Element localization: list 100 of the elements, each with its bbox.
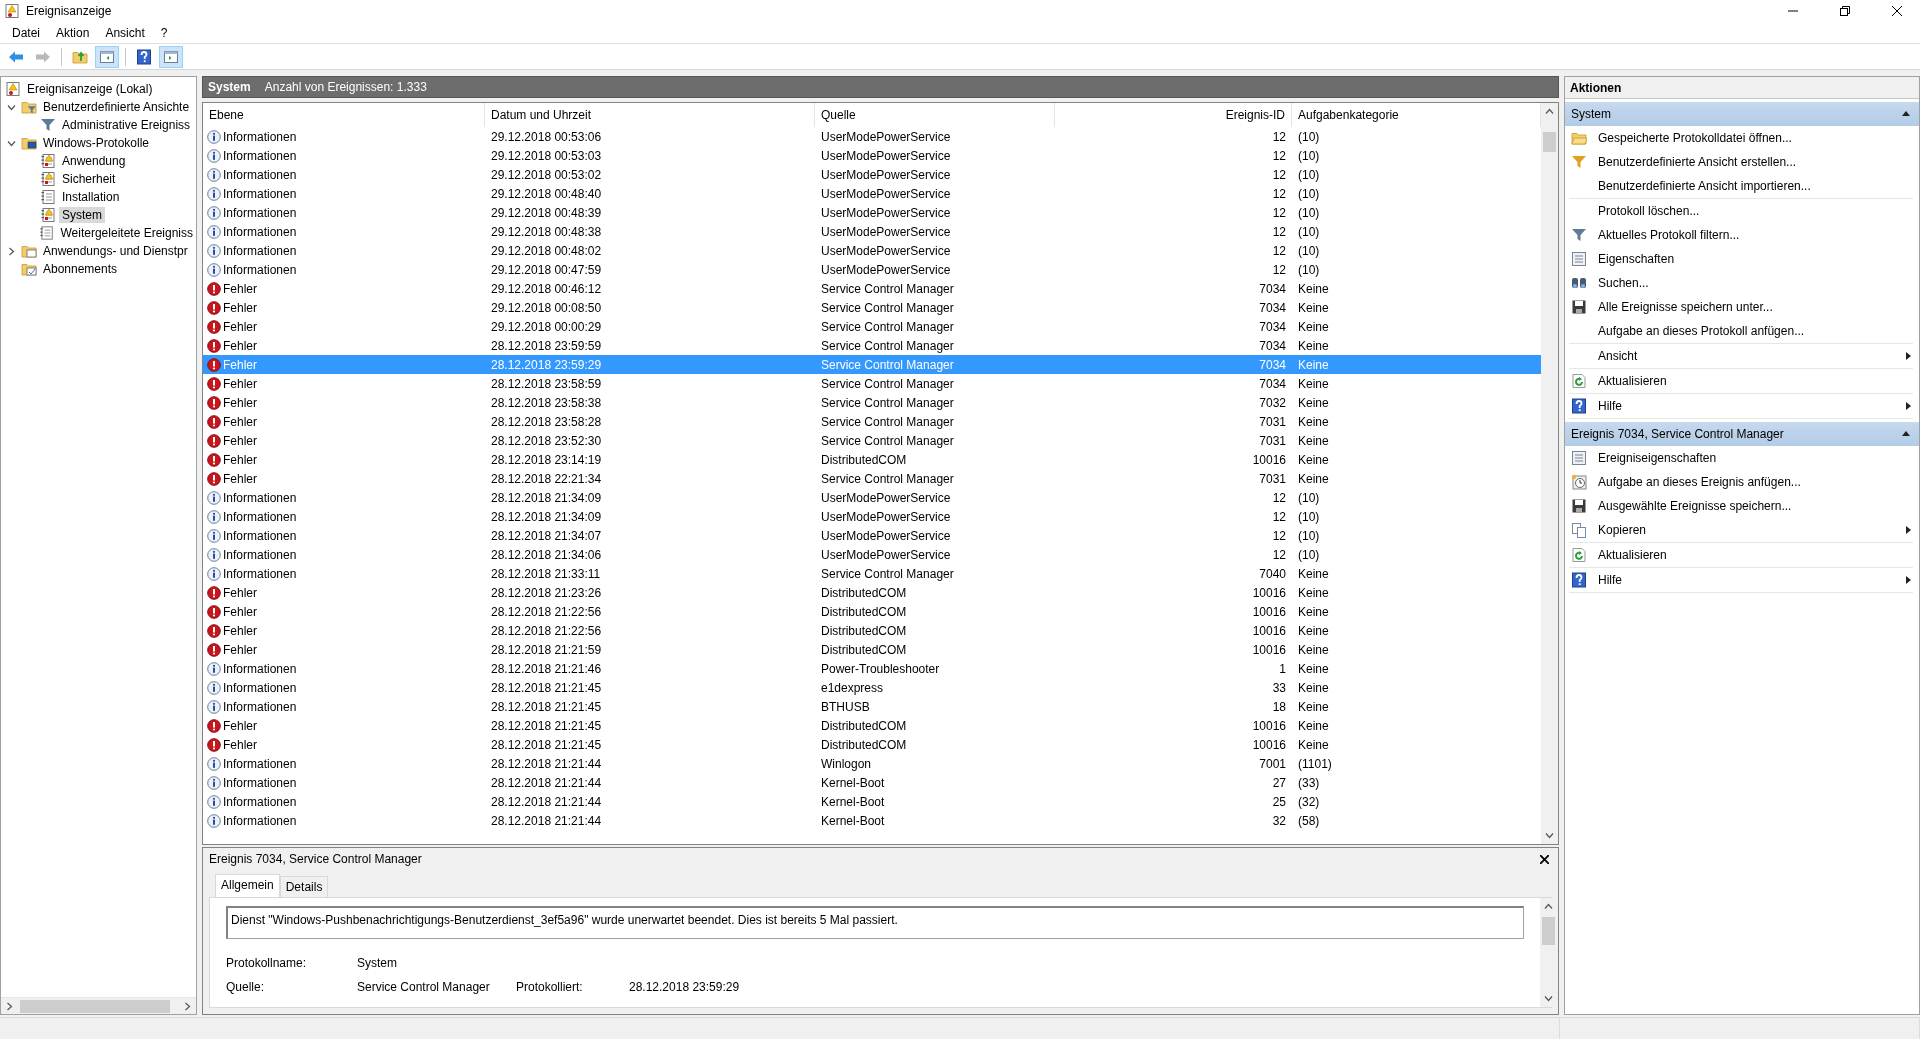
vertical-scrollbar[interactable] bbox=[1540, 898, 1557, 1007]
tree-item[interactable]: Ereignisanzeige (Lokal) bbox=[24, 81, 156, 97]
action-item[interactable]: Aktualisieren bbox=[1569, 369, 1913, 393]
error-icon bbox=[207, 737, 221, 752]
table-cell: Fehler bbox=[223, 300, 257, 315]
menu-item[interactable]: Ansicht bbox=[97, 23, 153, 42]
error-icon bbox=[207, 376, 221, 391]
table-cell-text: 12 bbox=[1271, 166, 1287, 184]
table-cell-text: DistributedCOM bbox=[820, 451, 908, 469]
action-item[interactable]: Aufgabe an dieses Protokoll anfügen... bbox=[1569, 319, 1913, 343]
table-cell: Informationen bbox=[223, 129, 297, 144]
table-cell-text: (10) bbox=[1297, 147, 1321, 165]
tree-item[interactable]: Sicherheit bbox=[59, 171, 119, 187]
table-cell: Fehler bbox=[223, 376, 257, 391]
action-item[interactable]: Aktualisieren bbox=[1569, 543, 1913, 567]
tree-item[interactable]: Anwendungs- und Dienstpr bbox=[40, 243, 191, 259]
table-cell-text: 29.12.2018 00:46:12 bbox=[490, 280, 603, 298]
table-cell-text: Keine bbox=[1297, 698, 1330, 716]
table-cell-text: 29.12.2018 00:08:50 bbox=[490, 299, 603, 317]
action-item[interactable]: Benutzerdefinierte Ansicht importieren... bbox=[1569, 174, 1913, 198]
toolbar-button[interactable] bbox=[95, 45, 119, 68]
vertical-scrollbar[interactable] bbox=[1541, 103, 1558, 844]
tree-item[interactable]: Weitergeleitete Ereigniss bbox=[57, 225, 196, 241]
table-cell-text: 28.12.2018 21:21:45 bbox=[490, 679, 603, 697]
menu-item[interactable]: Aktion bbox=[48, 23, 98, 42]
error-icon bbox=[207, 338, 221, 353]
tab[interactable]: Details bbox=[279, 876, 329, 897]
table-cell-text: 7001 bbox=[1258, 755, 1287, 773]
action-item[interactable]: Eigenschaften bbox=[1569, 247, 1913, 271]
table-cell-text: 12 bbox=[1271, 147, 1287, 165]
action-item[interactable]: Protokoll löschen... bbox=[1569, 199, 1913, 223]
table-cell-text: Kernel-Boot bbox=[820, 812, 886, 830]
action-item[interactable]: Ausgewählte Ereignisse speichern... bbox=[1569, 494, 1913, 518]
action-item[interactable]: Kopieren bbox=[1569, 518, 1913, 542]
table-cell-text: DistributedCOM bbox=[820, 641, 908, 659]
tree-item[interactable]: Abonnements bbox=[40, 261, 121, 277]
table-cell-text: Service Control Manager bbox=[820, 413, 955, 431]
binoculars-icon bbox=[1571, 275, 1587, 291]
table-cell-text: BTHUSB bbox=[820, 698, 871, 716]
event-count: Anzahl von Ereignissen: 1.333 bbox=[264, 80, 427, 94]
error-icon bbox=[207, 433, 221, 448]
table-cell: Informationen bbox=[223, 661, 297, 676]
action-item[interactable]: Aufgabe an dieses Ereignis anfügen... bbox=[1569, 470, 1913, 494]
action-item[interactable]: Gespeicherte Protokolldatei öffnen... bbox=[1569, 126, 1913, 150]
info-icon bbox=[207, 756, 221, 771]
table-cell: Fehler bbox=[223, 281, 257, 296]
restore-icon[interactable] bbox=[1840, 6, 1850, 16]
actions-title: Aktionen bbox=[1565, 77, 1919, 99]
table-cell-text: (33) bbox=[1297, 774, 1321, 792]
action-item[interactable]: Hilfe bbox=[1569, 394, 1913, 418]
section-header[interactable]: Ereignis 7034, Service Control Manager bbox=[1565, 422, 1919, 446]
filter-icon bbox=[40, 117, 56, 133]
table-cell-text: 28.12.2018 23:14:19 bbox=[490, 451, 603, 469]
error-icon bbox=[207, 718, 221, 733]
tree-item[interactable]: Benutzerdefinierte Ansichte bbox=[40, 99, 193, 115]
tree-item[interactable]: Anwendung bbox=[59, 153, 129, 169]
scrollbar-thumb[interactable] bbox=[1542, 917, 1555, 945]
table-cell-text: (1101) bbox=[1297, 755, 1333, 773]
tree-item[interactable]: Windows-Protokolle bbox=[40, 135, 153, 151]
table-cell-text: 7031 bbox=[1258, 470, 1287, 488]
menu-item[interactable]: ? bbox=[152, 23, 176, 42]
close-icon[interactable] bbox=[1539, 854, 1549, 864]
table-cell: Informationen bbox=[223, 756, 297, 771]
table-cell: Informationen bbox=[223, 680, 297, 695]
action-item[interactable]: Suchen... bbox=[1569, 271, 1913, 295]
tree-item[interactable]: System bbox=[59, 207, 105, 223]
close-icon[interactable] bbox=[1892, 6, 1902, 16]
table-cell-text: 28.12.2018 21:21:59 bbox=[490, 641, 603, 659]
action-item[interactable]: Ansicht bbox=[1569, 344, 1913, 368]
table-cell: Fehler bbox=[223, 471, 257, 486]
scrollbar-thumb[interactable] bbox=[1543, 132, 1556, 152]
scrollbar-thumb[interactable] bbox=[20, 999, 170, 1013]
action-item[interactable]: Hilfe bbox=[1569, 568, 1913, 592]
action-item[interactable]: Alle Ereignisse speichern unter... bbox=[1569, 295, 1913, 319]
table-cell-text: 7034 bbox=[1258, 356, 1287, 374]
table-cell-text: Service Control Manager bbox=[820, 356, 955, 374]
tree-item[interactable]: Administrative Ereigniss bbox=[59, 117, 194, 133]
section-header[interactable]: System bbox=[1565, 102, 1919, 126]
message-field[interactable]: Dienst "Windows-Pushbenachrichtigungs-Benutzerdienst_3ef5a96" wurde unerwartet beendet. Dies ist bereits 5 Mal passiert. bbox=[226, 906, 1524, 939]
action-item[interactable]: Ereigniseigenschaften bbox=[1569, 446, 1913, 470]
table-cell: Fehler bbox=[223, 395, 257, 410]
table-cell-text: Keine bbox=[1297, 736, 1330, 754]
table-cell-text: UserModePowerService bbox=[820, 128, 952, 146]
table-cell-text: 12 bbox=[1271, 508, 1287, 526]
info-icon bbox=[207, 566, 221, 581]
table-cell-text: 10016 bbox=[1251, 717, 1287, 735]
tree-item[interactable]: Installation bbox=[59, 189, 123, 205]
field-label: Protokollname: bbox=[226, 956, 308, 970]
table-cell-text: 28.12.2018 21:22:56 bbox=[490, 622, 603, 640]
tab[interactable]: Allgemein bbox=[215, 874, 280, 897]
error-icon bbox=[207, 604, 221, 619]
window-title: Ereignisanzeige bbox=[26, 4, 113, 18]
action-item[interactable]: Benutzerdefinierte Ansicht erstellen... bbox=[1569, 150, 1913, 174]
menu-item[interactable]: Datei bbox=[4, 23, 48, 42]
toolbar-button[interactable] bbox=[159, 45, 183, 68]
chevron-right-icon bbox=[5, 1001, 14, 1011]
table-cell-text: (10) bbox=[1297, 546, 1321, 564]
scroll-down-icon bbox=[1544, 994, 1553, 1003]
error-icon bbox=[207, 623, 221, 638]
action-item[interactable]: Aktuelles Protokoll filtern... bbox=[1569, 223, 1913, 247]
